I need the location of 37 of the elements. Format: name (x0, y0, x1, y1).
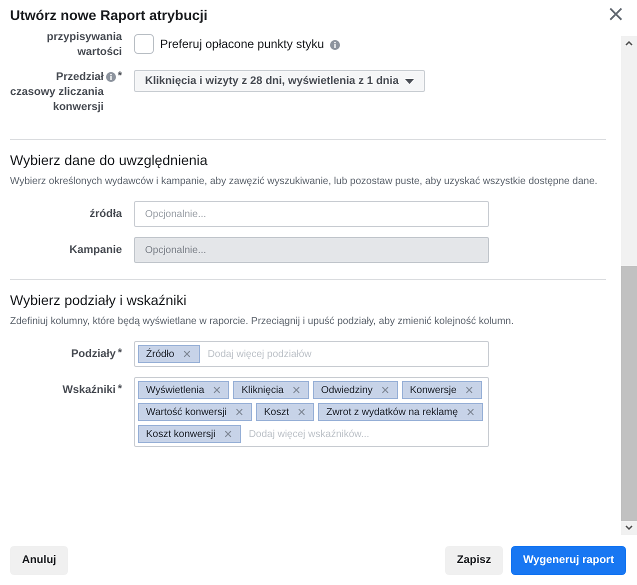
section-description: Zdefiniuj kolumny, które będą wyświetlane w raporcie. Przeciągnij i upuść podziały, aby zmienić kolejność kolumn. (10, 315, 515, 329)
checkbox[interactable] (134, 34, 154, 54)
tag[interactable]: Wartość konwersji ✕ (138, 403, 252, 421)
tag-field[interactable]: Wyświetlenia ✕ Kliknięcia ✕ Odwiedziny ✕ Konwersje ✕ Wartość konwersji ✕ Koszt ✕ Zwrot z wydatków na reklamę ✕ Koszt konwersji ✕ Dodaj więcej wskaźników... (134, 377, 489, 447)
tag[interactable]: Źródło ✕ (138, 345, 200, 363)
section-heading: Wybierz dane do uwzględnienia (10, 152, 209, 168)
tag[interactable]: Odwiedziny ✕ (312, 381, 398, 399)
close-button[interactable]: × (606, 4, 625, 26)
secondary-button[interactable]: Zapisz (444, 546, 504, 574)
section-heading: Wybierz podziały i wskaźniki (10, 292, 188, 308)
field-label: przypisywania wartości (46, 30, 122, 60)
scroll-up-icon[interactable] (625, 40, 633, 46)
tag[interactable]: Kliknięcia ✕ (233, 381, 309, 399)
field-label: źródła (88, 206, 122, 222)
field-label: Wskaźniki (62, 383, 116, 398)
section-description: Wybierz określonych wydawców i kampanie, aby zawęzić wyszukiwanie, lub pozostaw puste, aby uzyskać wszystkie dostępne dane. (10, 175, 598, 189)
caret-icon (404, 78, 414, 84)
window-dropdown[interactable]: Kliknięcia i wizyty z 28 dni, wyświetlenia z 1 dnia (134, 70, 425, 92)
field-label: Podziały (71, 347, 116, 362)
generate-button[interactable]: Wygeneruj raport (511, 546, 626, 574)
field-label: Kampanie (68, 242, 122, 258)
required-mark: * (118, 347, 122, 359)
field-label: Przedział czasowy zliczania konwersji (10, 70, 104, 115)
required-mark: * (118, 383, 122, 395)
checkbox-label: Preferuj opłacone punkty styku (160, 37, 324, 51)
tag[interactable]: Koszt konwersji ✕ (138, 425, 241, 443)
required-mark: * (118, 70, 122, 82)
tag-field[interactable]: Źródło ✕ Dodaj więcej podziałów (134, 341, 489, 367)
tag[interactable]: Koszt ✕ (256, 403, 314, 421)
tag[interactable]: Konwersje ✕ (402, 381, 482, 399)
secondary-button[interactable]: Anuluj (10, 546, 68, 574)
text-field[interactable]: Opcjonalnie... (134, 201, 489, 227)
scroll-down-icon[interactable] (625, 525, 633, 531)
scrollbar[interactable] (621, 36, 637, 535)
dialog-title: Utwórz nowe Raport atrybucji (10, 7, 208, 23)
tag[interactable]: Zwrot z wydatków na reklamę ✕ (318, 403, 484, 421)
tag[interactable]: Wyświetlenia ✕ (138, 381, 230, 399)
